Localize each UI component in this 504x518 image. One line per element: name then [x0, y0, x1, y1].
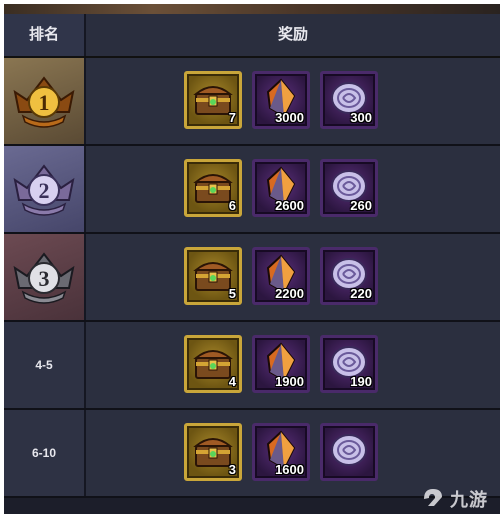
reward-slot[interactable]: 3000 — [252, 71, 310, 129]
item-quantity: 5 — [228, 286, 236, 301]
reward-slot[interactable]: 7 — [184, 71, 242, 129]
table-row: 2 6 2600 260 — [4, 146, 500, 234]
table-row: 4-5 4 1900 190 — [4, 322, 500, 410]
reward-column-header: 奖励 — [277, 26, 308, 43]
silver-badge-icon: 2 — [13, 164, 75, 216]
table-row: 3 5 2200 220 — [4, 234, 500, 322]
reward-slot[interactable]: 3 — [184, 423, 242, 481]
rank-cell: 2 — [4, 146, 86, 232]
item-quantity: 1900 — [275, 374, 304, 389]
item-quantity: 300 — [350, 110, 372, 125]
rank-cell: 1 — [4, 58, 86, 144]
item-quantity: 2200 — [275, 286, 304, 301]
reward-slot[interactable]: 1600 — [252, 423, 310, 481]
reward-slot[interactable]: 260 — [320, 159, 378, 217]
bronze-badge-icon: 3 — [13, 252, 75, 304]
item-quantity: 260 — [350, 198, 372, 213]
table-row: 1 7 3000 300 — [4, 58, 500, 146]
item-quantity: 3000 — [275, 110, 304, 125]
gold-badge-icon: 1 — [13, 76, 75, 128]
reward-slot[interactable]: 4 — [184, 335, 242, 393]
reward-items: 5 2200 220 — [184, 247, 378, 305]
watermark: 九游 — [420, 486, 488, 512]
silver-coin-icon — [331, 433, 367, 466]
reward-items: 7 3000 300 — [184, 71, 378, 129]
reward-slot[interactable]: 2600 — [252, 159, 310, 217]
nine-game-logo-icon — [424, 489, 442, 506]
rank-cell: 6-10 — [4, 410, 86, 496]
rank-range-label: 6-10 — [31, 446, 57, 460]
item-quantity: 6 — [228, 198, 236, 213]
rank-range-label: 4-5 — [35, 358, 53, 372]
reward-slot[interactable]: 300 — [320, 71, 378, 129]
item-quantity: 220 — [350, 286, 372, 301]
item-quantity: 7 — [228, 110, 236, 125]
treasure-chest-icon — [193, 437, 233, 467]
watermark-text: 九游 — [450, 490, 488, 510]
reward-slot[interactable]: 6 — [184, 159, 242, 217]
rank-number: 2 — [39, 178, 50, 203]
top-banner-strip — [4, 4, 500, 14]
item-quantity: 190 — [350, 374, 372, 389]
treasure-chest-icon — [193, 349, 233, 379]
item-quantity: 2600 — [275, 198, 304, 213]
reward-slot[interactable]: 2200 — [252, 247, 310, 305]
reward-table: 排名 奖励 1 7 3000 300 2 6 2600 260 3 5 2200… — [4, 4, 500, 514]
item-quantity: 1600 — [275, 462, 304, 477]
table-header: 排名 奖励 — [4, 14, 500, 58]
reward-items: 4 1900 190 — [184, 335, 378, 393]
reward-slot[interactable]: 1900 — [252, 335, 310, 393]
rank-column-header: 排名 — [4, 14, 86, 56]
treasure-chest-icon — [193, 261, 233, 291]
reward-slot[interactable]: 190 — [320, 335, 378, 393]
table-row: 6-10 3 1600 — [4, 410, 500, 498]
rank-cell: 3 — [4, 234, 86, 320]
rank-number: 3 — [39, 266, 50, 291]
reward-slot[interactable]: 5 — [184, 247, 242, 305]
reward-items: 3 1600 — [184, 423, 378, 481]
rank-cell: 4-5 — [4, 322, 86, 408]
item-quantity: 4 — [228, 374, 236, 389]
reward-items: 6 2600 260 — [184, 159, 378, 217]
item-quantity: 3 — [228, 462, 236, 477]
reward-slot[interactable]: 220 — [320, 247, 378, 305]
treasure-chest-icon — [193, 173, 233, 203]
reward-slot[interactable] — [320, 423, 378, 481]
rank-number: 1 — [39, 90, 50, 115]
treasure-chest-icon — [193, 85, 233, 115]
